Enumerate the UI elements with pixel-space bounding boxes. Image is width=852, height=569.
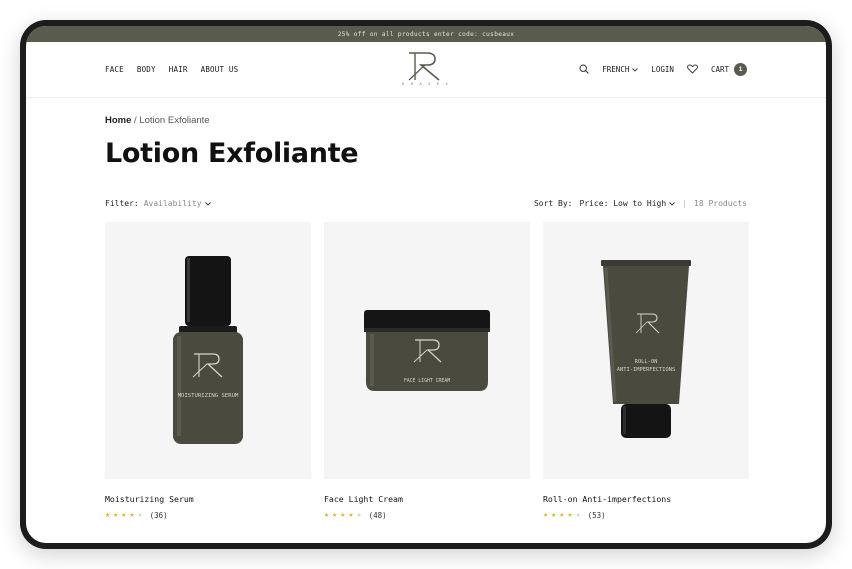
language-label: FRENCH — [602, 65, 630, 74]
sort-value: Price: Low to High — [579, 199, 667, 208]
product-name[interactable]: Moisturizing Serum — [105, 494, 311, 504]
star-icon: ★ — [551, 510, 557, 520]
toolbar-divider: | — [682, 199, 688, 208]
product-rating: ★ ★ ★ ★ ★ (53) — [543, 510, 749, 520]
product-rating: ★ ★ ★ ★ ★ (36) — [105, 510, 311, 520]
nav-item-hair[interactable]: HAIR — [169, 65, 188, 74]
utility-nav: FRENCH LOGIN CART 1 — [579, 63, 747, 76]
star-icon: ★ — [559, 510, 565, 520]
collection-toolbar: Filter: Availability Sort By: Price: Low… — [105, 199, 747, 208]
logo-wordmark: R H A Z E S — [402, 82, 450, 86]
chevron-down-icon — [204, 201, 211, 206]
serum-bottle-image: MOISTURIZING SERUM — [173, 256, 243, 444]
product-name[interactable]: Roll-on Anti-imperfections — [543, 494, 749, 504]
review-count: (36) — [149, 510, 168, 520]
promo-banner: 25% off on all products enter code: cusb… — [26, 26, 826, 42]
nav-item-body[interactable]: BODY — [137, 65, 156, 74]
chevron-down-icon — [632, 67, 639, 72]
star-icon: ★ — [129, 510, 135, 520]
nav-item-about-us[interactable]: ABOUT US — [201, 65, 239, 74]
star-icon: ★ — [340, 510, 346, 520]
star-icon: ★ — [543, 510, 549, 520]
availability-filter-dropdown[interactable]: Availability — [144, 199, 211, 208]
filter-value: Availability — [143, 199, 202, 208]
brand-monogram-icon — [408, 52, 440, 81]
star-icon: ★ — [324, 510, 330, 520]
star-icon: ★ — [348, 510, 354, 520]
filter-label: Filter: — [105, 199, 139, 208]
breadcrumb-home-link[interactable]: Home — [105, 115, 131, 126]
cart-button[interactable]: CART 1 — [711, 63, 747, 76]
review-count: (48) — [368, 510, 387, 520]
star-icon: ★ — [113, 510, 119, 520]
cream-label-text: FACE LIGHT CREAM — [404, 378, 450, 384]
product-card[interactable]: MOISTURIZING SERUM Moisturizing Serum ★ … — [105, 222, 311, 520]
roll-on-tube-image: ROLL-ON ANTI-IMPERFECTIONS — [601, 260, 691, 438]
language-selector[interactable]: FRENCH — [602, 65, 639, 74]
tube-label-line1: ROLL-ON — [635, 359, 658, 365]
login-link[interactable]: LOGIN — [651, 65, 674, 74]
brand-logo[interactable]: R H A Z E S — [402, 51, 450, 86]
product-image[interactable]: MOISTURIZING SERUM — [105, 222, 311, 479]
star-empty-icon: ★ — [356, 510, 362, 520]
product-card[interactable]: FACE LIGHT CREAM Face Light Cream ★ ★ ★ … — [324, 222, 530, 520]
product-card[interactable]: ROLL-ON ANTI-IMPERFECTIONS Roll-on Anti-… — [543, 222, 749, 520]
serum-label-text: MOISTURIZING SERUM — [178, 393, 239, 399]
star-icon: ★ — [332, 510, 338, 520]
tube-label-line2: ANTI-IMPERFECTIONS — [617, 367, 675, 373]
product-rating: ★ ★ ★ ★ ★ (48) — [324, 510, 530, 520]
star-icon: ★ — [121, 510, 127, 520]
page-title: Lotion Exfoliante — [105, 138, 359, 169]
search-icon[interactable] — [579, 63, 590, 76]
product-image[interactable]: ROLL-ON ANTI-IMPERFECTIONS — [543, 222, 749, 479]
product-count: 18 Products — [694, 199, 747, 208]
cart-label: CART — [710, 65, 729, 74]
main-navbar: FACE BODY HAIR ABOUT US R H A Z E S FREN… — [26, 42, 826, 98]
sort-label: Sort By: — [533, 199, 573, 208]
primary-nav: FACE BODY HAIR ABOUT US — [105, 65, 238, 74]
star-icon: ★ — [567, 510, 573, 520]
breadcrumb-current: Lotion Exfoliante — [139, 115, 210, 126]
browser-screen: 25% off on all products enter code: cusb… — [26, 26, 826, 543]
promo-text: 25% off on all products enter code: cusb… — [337, 30, 515, 38]
star-empty-icon: ★ — [137, 510, 143, 520]
product-grid: MOISTURIZING SERUM Moisturizing Serum ★ … — [105, 222, 749, 520]
heart-icon[interactable] — [687, 63, 698, 76]
sort-dropdown[interactable]: Price: Low to High — [579, 199, 676, 208]
cart-count-badge: 1 — [734, 63, 747, 76]
breadcrumb: Home / Lotion Exfoliante — [105, 115, 747, 126]
star-empty-icon: ★ — [575, 510, 581, 520]
star-icon: ★ — [105, 510, 111, 520]
device-frame: 25% off on all products enter code: cusb… — [20, 20, 832, 549]
product-image[interactable]: FACE LIGHT CREAM — [324, 222, 530, 479]
product-name[interactable]: Face Light Cream — [324, 494, 530, 504]
nav-item-face[interactable]: FACE — [105, 65, 124, 74]
cream-jar-image: FACE LIGHT CREAM — [364, 310, 490, 391]
sort-and-count: Sort By: Price: Low to High | 18 Product… — [534, 199, 747, 208]
collection-content: Home / Lotion Exfoliante Lotion Exfolian… — [26, 115, 826, 520]
review-count: (53) — [587, 510, 606, 520]
chevron-down-icon — [669, 201, 676, 206]
